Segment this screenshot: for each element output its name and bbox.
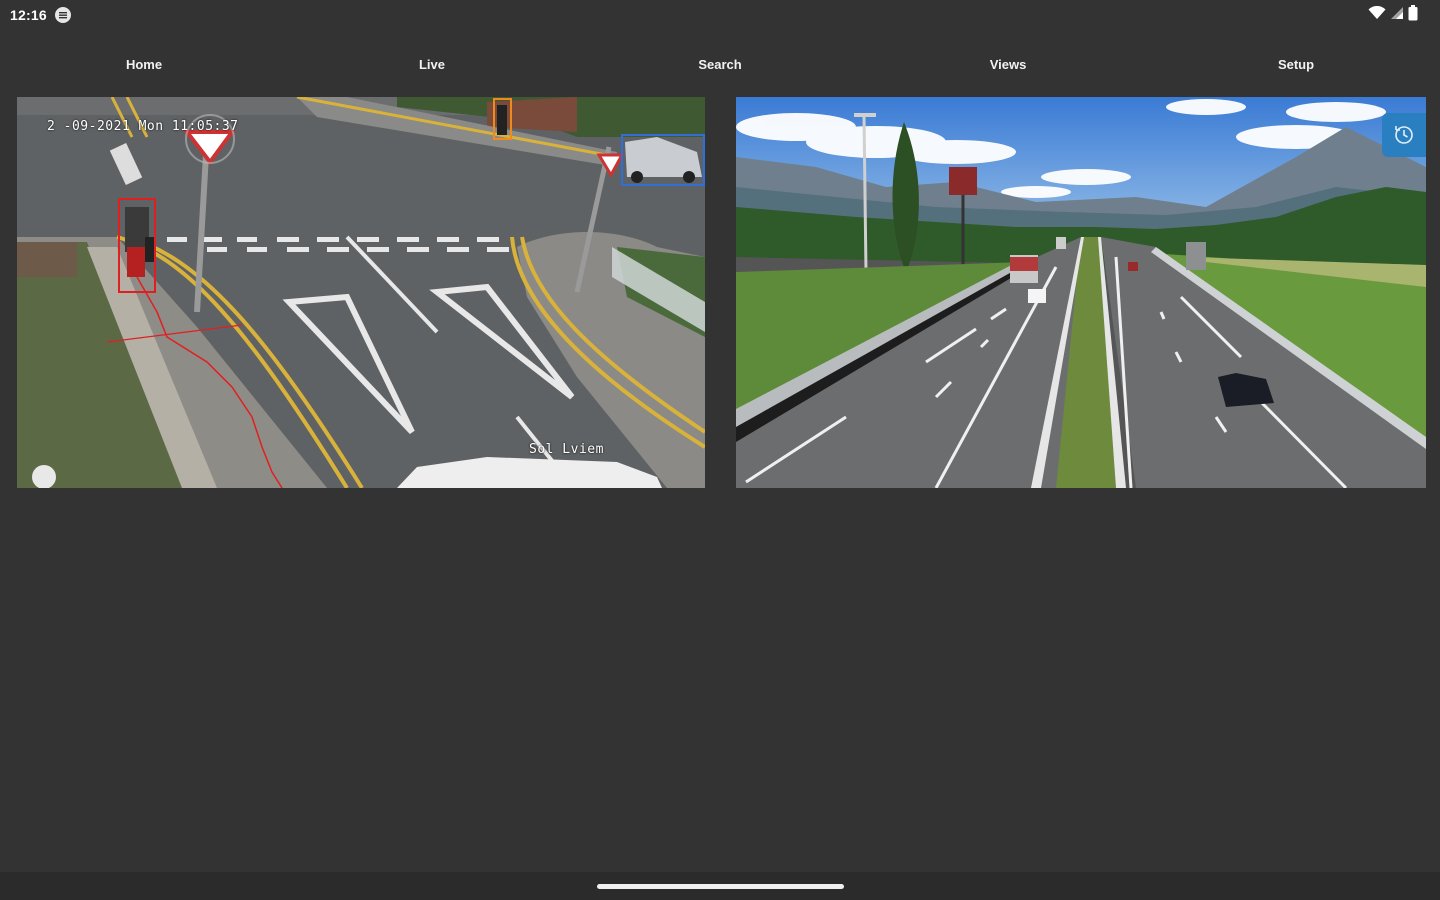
app-root: 12:16 Home Live Search Views Setup 2 -09… xyxy=(0,0,1440,900)
battery-icon xyxy=(1408,4,1418,26)
tab-search[interactable]: Search xyxy=(576,44,864,84)
tab-live[interactable]: Live xyxy=(288,44,576,84)
camera-timestamp: 2 -09-2021 Mon 11:05:37 xyxy=(47,119,239,134)
system-navigation-bar xyxy=(0,872,1440,900)
tab-setup[interactable]: Setup xyxy=(1152,44,1440,84)
notification-app-icon xyxy=(54,7,71,23)
ptz-control-icon xyxy=(1393,124,1415,146)
home-indicator[interactable] xyxy=(597,884,844,889)
status-time: 12:16 xyxy=(10,7,47,23)
top-navigation: Home Live Search Views Setup xyxy=(0,44,1440,84)
tab-views[interactable]: Views xyxy=(864,44,1152,84)
status-right xyxy=(1368,4,1418,26)
camera-tile-highway[interactable] xyxy=(736,97,1426,488)
status-left: 12:16 xyxy=(10,7,71,23)
status-bar: 12:16 xyxy=(0,0,1440,30)
camera-feed-street xyxy=(17,97,705,488)
wifi-icon xyxy=(1368,5,1386,25)
camera-feed-highway xyxy=(736,97,1426,488)
ptz-control-button[interactable] xyxy=(1382,113,1426,157)
signal-icon xyxy=(1390,6,1404,25)
tab-home[interactable]: Home xyxy=(0,44,288,84)
camera-tile-street[interactable]: 2 -09-2021 Mon 11:05:37 Sol Lviem xyxy=(17,97,705,488)
camera-name-overlay: Sol Lviem xyxy=(529,442,604,457)
